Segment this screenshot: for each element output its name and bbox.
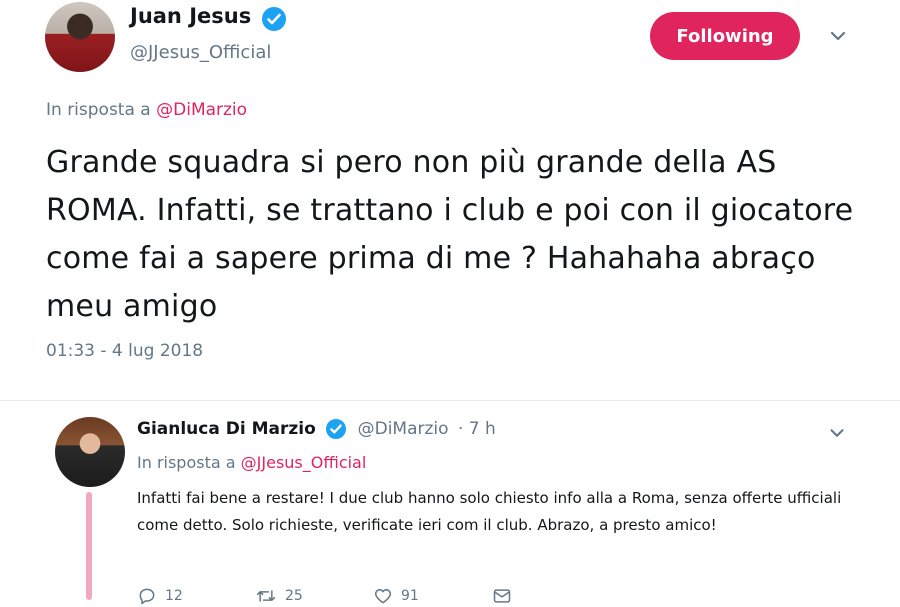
author-avatar[interactable] bbox=[45, 2, 115, 72]
reply-tweet-text: Infatti fai bene a restare! I due club h… bbox=[137, 489, 842, 534]
reply-to-handle-link[interactable]: @DiMarzio bbox=[156, 100, 247, 120]
reply-header: Gianluca Di Marzio @DiMarzio · 7 h bbox=[137, 419, 496, 439]
reply-icon bbox=[139, 588, 155, 605]
reply-to-line: In risposta a @JJesus_Official bbox=[137, 453, 366, 472]
retweet-action[interactable]: 25 bbox=[255, 585, 373, 607]
thread-line bbox=[86, 492, 92, 600]
chevron-down-icon[interactable] bbox=[826, 24, 850, 48]
retweet-count: 25 bbox=[285, 588, 303, 604]
following-button[interactable]: Following bbox=[650, 12, 800, 60]
message-action[interactable] bbox=[491, 585, 609, 607]
message-icon bbox=[493, 589, 511, 603]
reply-count: 12 bbox=[165, 588, 183, 604]
tweet-timestamp[interactable]: 01:33 - 4 lug 2018 bbox=[46, 341, 203, 361]
author-handle[interactable]: @JJesus_Official bbox=[130, 42, 271, 63]
like-action[interactable]: 91 bbox=[373, 585, 491, 607]
reply-to-prefix: In risposta a bbox=[137, 453, 236, 472]
chevron-down-icon[interactable] bbox=[826, 422, 848, 444]
tweet-actions: 12 25 91 bbox=[137, 585, 637, 607]
reply-action[interactable]: 12 bbox=[137, 585, 255, 607]
retweet-icon bbox=[256, 590, 276, 602]
verified-badge-icon bbox=[262, 7, 286, 31]
reply-to-prefix: In risposta a bbox=[46, 100, 151, 120]
reply-time-ago[interactable]: · 7 h bbox=[458, 419, 496, 439]
reply-to-line: In risposta a @DiMarzio bbox=[46, 100, 247, 120]
tweet-text: Grande squadra si pero non più grande de… bbox=[46, 145, 854, 324]
reply-author-handle[interactable]: @DiMarzio bbox=[358, 419, 449, 439]
reply-author-name[interactable]: Gianluca Di Marzio bbox=[137, 419, 316, 439]
reply-to-handle-link[interactable]: @JJesus_Official bbox=[241, 453, 367, 472]
author-name[interactable]: Juan Jesus bbox=[130, 4, 251, 28]
reply-author-avatar[interactable] bbox=[55, 417, 125, 487]
verified-badge-icon bbox=[326, 419, 347, 439]
like-icon bbox=[374, 589, 392, 604]
like-count: 91 bbox=[401, 588, 419, 604]
divider bbox=[0, 400, 900, 401]
